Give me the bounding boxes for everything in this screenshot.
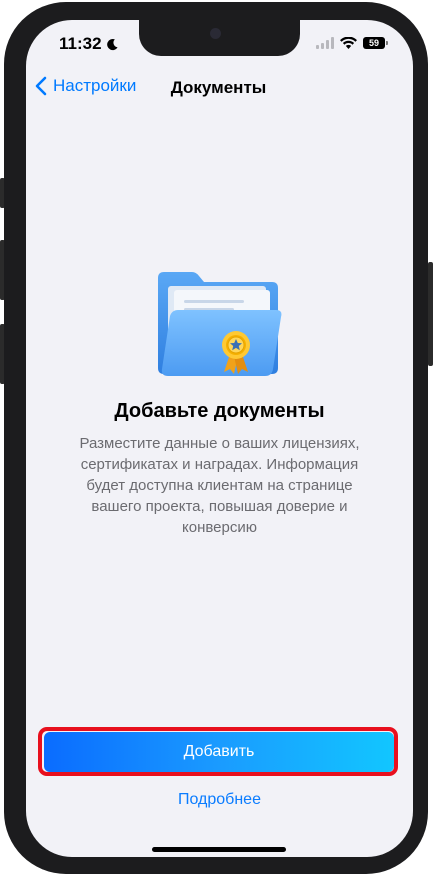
dynamic-island bbox=[139, 20, 300, 56]
status-bar-indicators: 59 bbox=[316, 37, 388, 49]
cellular-signal-icon bbox=[316, 37, 334, 49]
add-document-button[interactable]: Добавить bbox=[44, 732, 394, 772]
page-title-text: Документы bbox=[170, 78, 267, 97]
empty-state-title: Добавьте документы bbox=[114, 400, 325, 422]
moon-icon bbox=[106, 38, 118, 50]
front-camera bbox=[210, 28, 221, 39]
award-folder-icon bbox=[158, 272, 282, 376]
phone-mockup: 11:32 59 Настройки Документы Добавьте до… bbox=[0, 0, 433, 876]
learn-more-link[interactable]: Подробнее bbox=[26, 791, 413, 809]
screen: 11:32 59 Настройки Документы Добавьте до… bbox=[26, 20, 413, 857]
learn-more-label: Подробнее bbox=[178, 791, 261, 808]
home-indicator[interactable] bbox=[152, 847, 286, 852]
add-button-label: Добавить bbox=[183, 743, 255, 760]
navigation-bar: Настройки Документы bbox=[26, 76, 413, 100]
status-bar-time: 11:32 bbox=[59, 34, 119, 54]
battery-level: 59 bbox=[368, 38, 379, 48]
status-time-text: 11:32 bbox=[59, 34, 102, 53]
phone-power-button bbox=[428, 262, 433, 366]
battery-icon: 59 bbox=[363, 37, 388, 49]
page-title: Документы bbox=[26, 78, 413, 98]
empty-state-description: Разместите данные о ваших лицензиях, сер… bbox=[79, 435, 360, 536]
wifi-icon bbox=[340, 37, 357, 49]
phone-frame: 11:32 59 Настройки Документы Добавьте до… bbox=[4, 2, 428, 874]
